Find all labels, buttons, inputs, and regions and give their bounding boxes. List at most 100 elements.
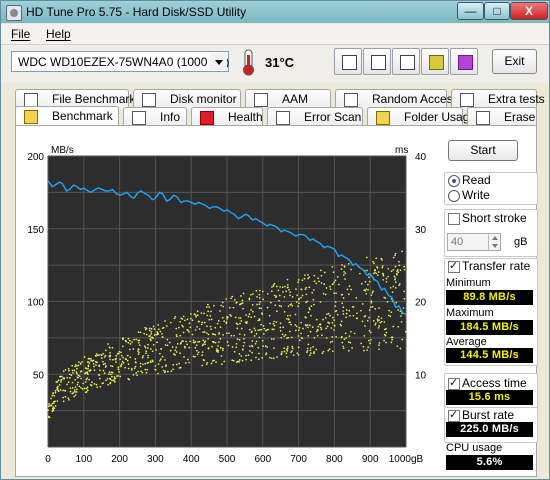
access-time-point [367, 346, 370, 349]
access-time-point [71, 387, 74, 389]
tab-health[interactable]: Health [191, 107, 263, 126]
access-time-point [386, 301, 389, 303]
access-time-point [121, 354, 123, 357]
menu-file[interactable]: File [11, 27, 30, 41]
access-time-point [172, 353, 175, 355]
access-time-point [289, 330, 291, 333]
access-time-point [273, 324, 276, 327]
access-time-point [156, 341, 158, 344]
access-time-point [80, 377, 82, 380]
access-time-point [286, 284, 289, 286]
access-time-point [298, 326, 301, 329]
spinner-up-icon[interactable] [488, 234, 501, 242]
access-time-point [311, 326, 314, 328]
access-time-point [363, 335, 366, 337]
chevron-down-icon[interactable] [210, 53, 227, 70]
access-time-point [99, 385, 102, 388]
access-time-point [311, 291, 314, 294]
access-time-point [323, 271, 326, 274]
access-time-point [109, 358, 111, 361]
tab-random-access[interactable]: Random Access [335, 89, 459, 108]
tab-folder-usage[interactable]: Folder Usage [367, 107, 476, 126]
access-time-point [336, 313, 339, 316]
access-time-point [365, 292, 368, 295]
exit-button[interactable]: Exit [492, 49, 537, 74]
save-button[interactable] [450, 48, 478, 75]
access-time-checkbox[interactable] [448, 376, 460, 390]
copy-info-button[interactable] [363, 48, 391, 75]
access-time-point [352, 314, 355, 317]
access-time-point [284, 285, 286, 288]
access-time-point [226, 341, 229, 343]
access-time-point [73, 369, 76, 372]
minimize-button[interactable]: — [457, 2, 484, 20]
options-button[interactable] [421, 48, 449, 75]
transfer-rate-checkbox[interactable] [448, 259, 460, 273]
access-time-point [77, 376, 79, 379]
tab-info[interactable]: Info [123, 107, 187, 126]
title-bar[interactable]: HD Tune Pro 5.75 - Hard Disk/SSD Utility… [1, 1, 549, 23]
access-time-point [141, 356, 144, 359]
access-time-point [294, 324, 297, 326]
tab-row-bottom: Benchmark Info Health Error Scan Folder … [15, 106, 537, 127]
tab-benchmark[interactable]: Benchmark [15, 106, 119, 127]
access-time-point [260, 323, 262, 326]
menu-help[interactable]: Help [46, 27, 71, 41]
access-time-point [317, 325, 320, 328]
access-time-point [82, 382, 84, 385]
access-time-point [134, 361, 137, 363]
access-time-point [205, 363, 208, 366]
access-time-point [324, 317, 327, 319]
access-time-point [236, 327, 239, 330]
write-radio[interactable] [448, 190, 460, 202]
tab-erase[interactable]: Erase [467, 107, 537, 126]
access-time-point [273, 294, 276, 297]
screenshot-button[interactable] [392, 48, 420, 75]
access-time-point [260, 307, 262, 310]
access-time-point [345, 309, 348, 311]
copy-icon [342, 55, 357, 70]
tab-aam[interactable]: AAM [245, 89, 331, 108]
access-time-point [104, 362, 106, 365]
access-time-point [140, 370, 142, 373]
access-time-point [374, 271, 376, 274]
access-time-point [313, 274, 316, 277]
access-time-point [107, 343, 109, 345]
burst-rate-checkbox[interactable] [448, 408, 460, 422]
access-time-point [370, 294, 373, 297]
thermometer-icon [243, 49, 254, 76]
access-time-point [305, 301, 307, 304]
tab-error-scan[interactable]: Error Scan [267, 107, 363, 126]
access-time-point [280, 336, 283, 339]
access-time-point [73, 389, 76, 391]
left-axis-label: MB/s [51, 145, 74, 156]
access-time-point [76, 365, 78, 367]
access-time-point [60, 379, 62, 382]
access-time-point [368, 276, 370, 279]
access-time-point [248, 313, 251, 315]
copy-text-button[interactable] [334, 48, 362, 75]
access-time-point [152, 337, 154, 340]
short-stroke-label: Short stroke [462, 211, 527, 225]
access-time-point [383, 296, 386, 299]
access-time-point [395, 272, 398, 275]
access-time-point [361, 320, 364, 323]
start-button[interactable]: Start [448, 140, 518, 161]
close-button[interactable]: X [510, 2, 548, 20]
access-time-point [245, 354, 247, 357]
maximize-button[interactable]: □ [484, 2, 510, 20]
access-time-point [146, 368, 149, 371]
access-time-point [270, 290, 273, 293]
access-time-point [147, 343, 149, 346]
access-time-point [283, 296, 286, 298]
short-stroke-checkbox[interactable] [448, 213, 460, 225]
spinner-down-icon[interactable] [488, 242, 501, 250]
tab-extra-tests[interactable]: Extra tests [451, 89, 545, 108]
access-time-point [136, 374, 138, 377]
tab-disk-monitor[interactable]: Disk monitor [133, 89, 241, 108]
access-time-point [203, 359, 205, 362]
drive-select[interactable]: WDC WD10EZEX-75WN4A0 (1000 gB) [11, 51, 229, 72]
access-time-point [254, 329, 257, 332]
read-radio[interactable] [448, 175, 460, 187]
access-time-point [214, 341, 217, 344]
